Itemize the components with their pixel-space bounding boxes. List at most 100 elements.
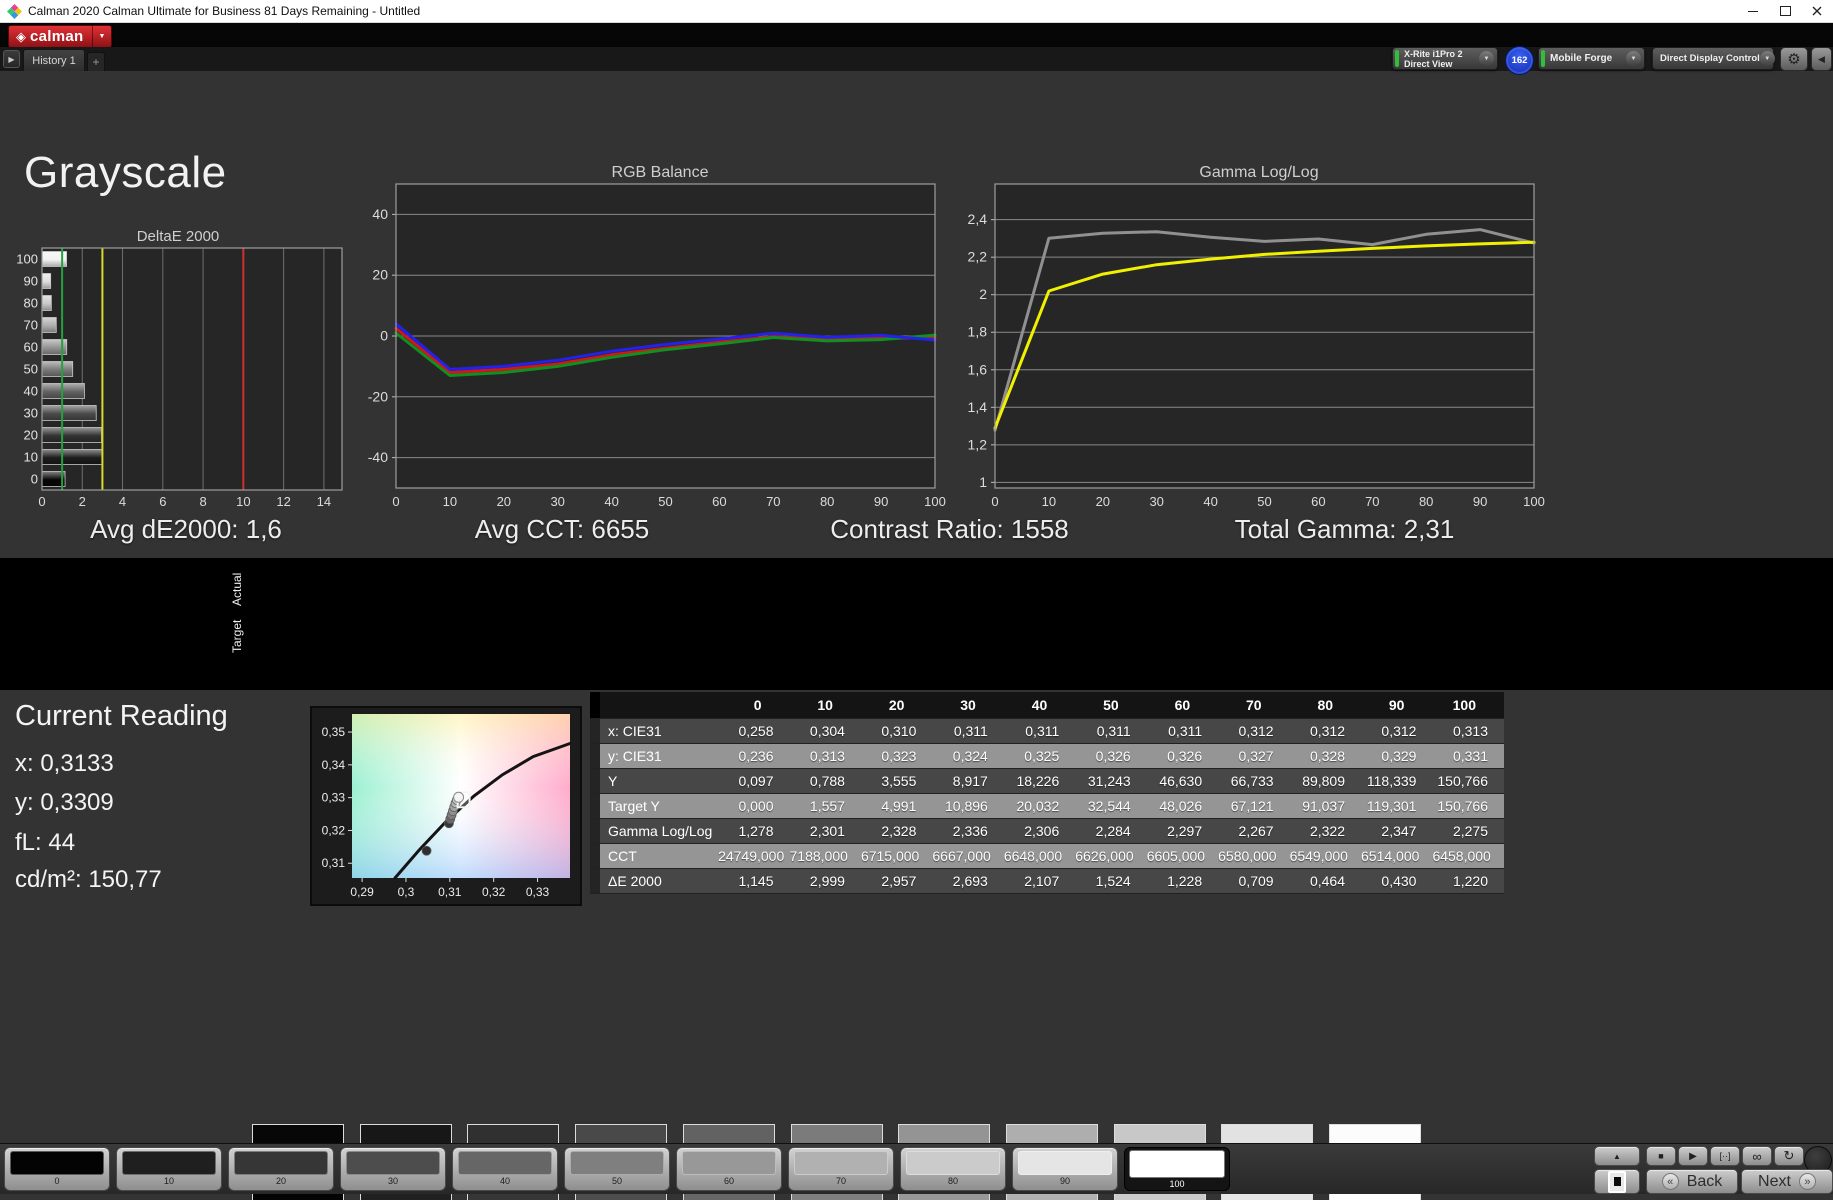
add-tab-button[interactable]: + xyxy=(87,52,105,71)
svg-text:40: 40 xyxy=(24,384,38,399)
row-gutter xyxy=(590,818,600,844)
table-cell: 20,032 xyxy=(1003,793,1076,819)
table-cell: 0,304 xyxy=(789,718,861,744)
source-select-dropdown[interactable]: Mobile Forge ▼ xyxy=(1538,47,1645,70)
next-button[interactable]: Next » xyxy=(1741,1169,1833,1194)
table-cell: 0,236 xyxy=(718,743,790,769)
table-row: x: CIE31 0,258 0,304 0,310 0,311 0,311 0,311 0,… xyxy=(590,718,1504,744)
meter-select-dropdown[interactable]: X-Rite i1Pro 2 Direct View ▼ xyxy=(1392,47,1498,70)
collapse-panel-button[interactable]: ◀ xyxy=(1811,47,1832,71)
calman-diamond-icon: ◈ xyxy=(16,29,26,44)
tab-history-1[interactable]: History 1 xyxy=(23,49,85,71)
table-cell: 6549,000 xyxy=(1289,843,1362,869)
row-label: y: CIE31 xyxy=(600,743,719,769)
column-header-40: 40 xyxy=(1003,692,1076,719)
svg-text:100: 100 xyxy=(924,494,946,509)
current-reading-title: Current Reading xyxy=(15,700,228,732)
table-cell: 1,557 xyxy=(789,793,861,819)
level-button-80[interactable]: 80 xyxy=(900,1147,1006,1191)
read-once-button[interactable]: ▶ xyxy=(1678,1146,1708,1166)
svg-text:0: 0 xyxy=(392,494,399,509)
level-button-50[interactable]: 50 xyxy=(564,1147,670,1191)
level-button-100[interactable]: 100 xyxy=(1124,1147,1230,1191)
row-gutter xyxy=(590,843,600,869)
svg-text:80: 80 xyxy=(24,296,38,311)
row-gutter xyxy=(590,793,600,819)
deltae-chart-title: DeltaE 2000 xyxy=(136,228,220,245)
current-cdm2-value: cd/m²: 150,77 xyxy=(15,866,162,893)
calman-menu-dropdown[interactable]: ▼ xyxy=(91,26,112,47)
svg-text:100: 100 xyxy=(16,252,38,267)
calman-menu-button[interactable]: ◈ calman ▼ xyxy=(8,25,113,48)
table-cell: 0,312 xyxy=(1289,718,1362,744)
table-cell: 0,331 xyxy=(1432,743,1504,769)
tab-label: History 1 xyxy=(32,54,76,67)
row-gutter xyxy=(590,718,600,744)
table-cell: 8,917 xyxy=(932,768,1004,794)
table-cell: 3,555 xyxy=(860,768,933,794)
meter-name: X-Rite i1Pro 2 xyxy=(1404,48,1463,59)
level-swatch xyxy=(1018,1151,1112,1175)
stop-measure-button[interactable]: ■ xyxy=(1646,1146,1676,1166)
back-button[interactable]: « Back xyxy=(1646,1169,1738,1194)
chevron-down-icon: ▼ xyxy=(1479,51,1494,66)
table-cell: 66,733 xyxy=(1218,768,1290,794)
level-button-20[interactable]: 20 xyxy=(228,1147,334,1191)
level-label: 60 xyxy=(723,1176,734,1186)
level-button-90[interactable]: 90 xyxy=(1012,1147,1118,1191)
level-swatch xyxy=(234,1151,328,1175)
maximize-icon xyxy=(1779,6,1791,16)
table-cell: 0,325 xyxy=(1003,743,1076,769)
svg-text:4: 4 xyxy=(119,494,126,508)
read-series-button[interactable]: [··] xyxy=(1710,1146,1740,1166)
row-label: Y xyxy=(600,768,719,794)
svg-text:10: 10 xyxy=(24,450,38,465)
row-label: x: CIE31 xyxy=(600,718,719,744)
refresh-button[interactable]: ↻ xyxy=(1774,1146,1804,1166)
minimize-button[interactable] xyxy=(1737,0,1769,22)
column-header-20: 20 xyxy=(860,692,933,719)
row-gutter xyxy=(590,868,600,894)
logo-bar xyxy=(0,23,1833,59)
table-row: y: CIE31 0,236 0,313 0,323 0,324 0,325 0,326 0,… xyxy=(590,743,1504,769)
svg-text:2,2: 2,2 xyxy=(968,249,988,265)
column-header-50: 50 xyxy=(1075,692,1147,719)
read-continuous-button[interactable]: ∞ xyxy=(1742,1146,1772,1166)
level-button-30[interactable]: 30 xyxy=(340,1147,446,1191)
svg-text:2: 2 xyxy=(979,286,987,302)
source-status-stripe xyxy=(1541,50,1545,67)
level-button-40[interactable]: 40 xyxy=(452,1147,558,1191)
back-chevron-icon: « xyxy=(1661,1173,1679,1190)
svg-text:0: 0 xyxy=(31,472,38,487)
table-cell: 2,284 xyxy=(1075,818,1147,844)
display-control-dropdown[interactable]: Direct Display Control ▼ xyxy=(1652,47,1775,70)
expand-arrow-icon: ▶ xyxy=(8,54,15,64)
level-button-0[interactable]: 0 xyxy=(4,1147,110,1191)
column-header-90: 90 xyxy=(1361,692,1433,719)
close-button[interactable] xyxy=(1801,0,1833,22)
table-cell: 0,326 xyxy=(1146,743,1219,769)
table-cell: 2,957 xyxy=(860,868,933,894)
table-cell: 0,323 xyxy=(860,743,933,769)
svg-text:10: 10 xyxy=(443,494,457,509)
svg-text:0,33: 0,33 xyxy=(322,791,346,805)
scroll-up-button[interactable]: ▲ xyxy=(1594,1146,1640,1166)
table-cell: 6667,000 xyxy=(932,843,1004,869)
svg-text:90: 90 xyxy=(874,494,888,509)
svg-text:0,3: 0,3 xyxy=(398,885,415,899)
level-label: 50 xyxy=(611,1176,622,1186)
table-cell: 0,311 xyxy=(1146,718,1219,744)
table-cell: 4,991 xyxy=(860,793,933,819)
table-cell: 1,278 xyxy=(718,818,790,844)
svg-text:50: 50 xyxy=(24,362,38,377)
maximize-button[interactable] xyxy=(1769,0,1801,22)
settings-button[interactable]: ⚙ xyxy=(1780,47,1808,71)
level-button-70[interactable]: 70 xyxy=(788,1147,894,1191)
level-button-60[interactable]: 60 xyxy=(676,1147,782,1191)
table-cell: 0,311 xyxy=(1075,718,1147,744)
level-label: 100 xyxy=(1169,1179,1185,1189)
sidebar-expand-button[interactable]: ▶ xyxy=(3,50,20,68)
level-label: 10 xyxy=(163,1176,174,1186)
pattern-window-button[interactable] xyxy=(1594,1169,1640,1194)
level-button-10[interactable]: 10 xyxy=(116,1147,222,1191)
